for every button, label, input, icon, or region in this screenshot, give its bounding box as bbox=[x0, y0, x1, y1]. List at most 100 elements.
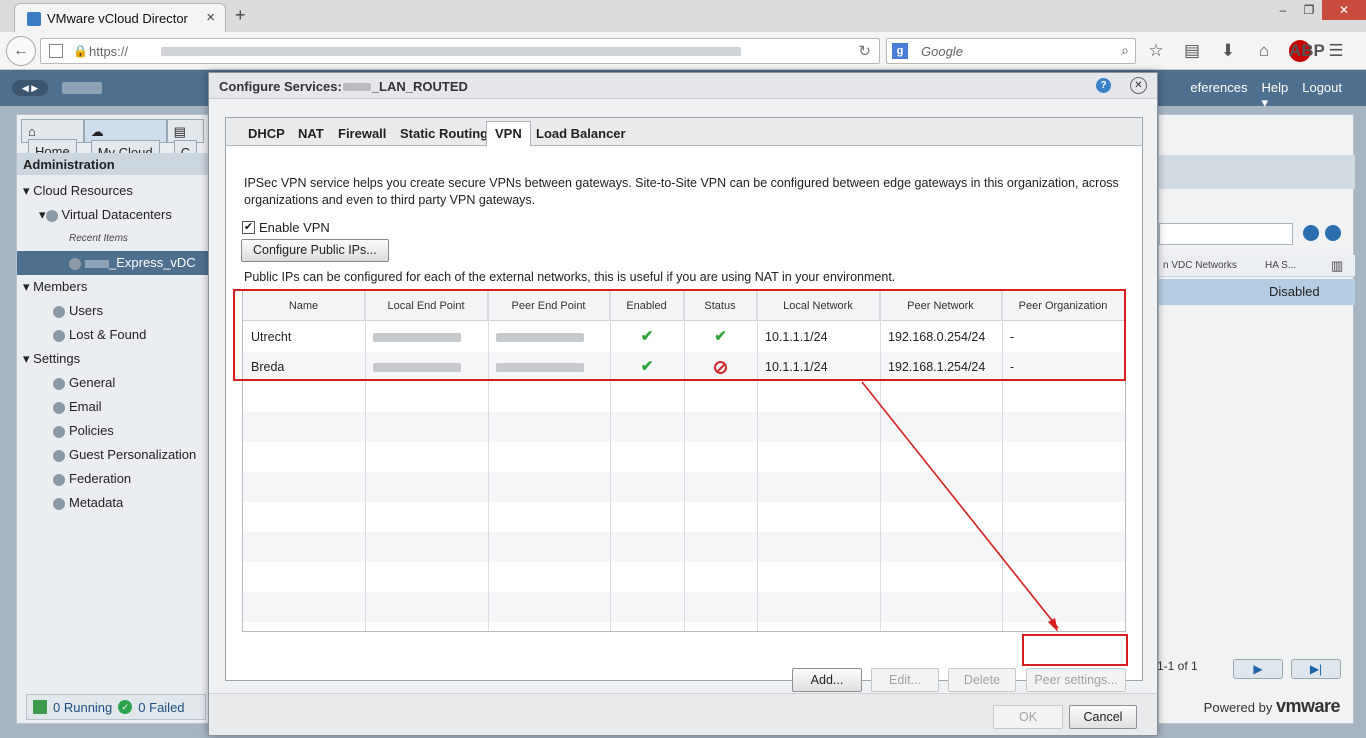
filter-input[interactable] bbox=[1159, 223, 1293, 245]
services-tabs: DHCP NAT Firewall Static Routing VPN Loa… bbox=[226, 118, 1142, 147]
toolbar-icons: ☆ ▤ ⬇ ⌂ ABP ☰ bbox=[1145, 40, 1347, 62]
admin-tree: ▾ Cloud Resources ▾ Virtual Datacenters R… bbox=[17, 179, 209, 515]
browser-tab[interactable]: VMware vCloud Director × bbox=[14, 3, 226, 32]
tree-item-settings[interactable]: ▾ Settings bbox=[17, 347, 209, 371]
right-table-row[interactable]: Disabled bbox=[1159, 279, 1355, 305]
running-count[interactable]: 0 Running bbox=[53, 700, 112, 715]
gear-icon bbox=[53, 425, 65, 438]
highlight-peer-settings bbox=[1022, 634, 1128, 666]
google-icon[interactable]: g bbox=[892, 43, 908, 59]
enable-vpn-checkbox[interactable]: ✔ Enable VPN bbox=[242, 220, 330, 235]
user-icon bbox=[53, 305, 65, 318]
peer-settings-button[interactable]: Peer settings... bbox=[1026, 668, 1126, 692]
tree-item-cloud-resources[interactable]: ▾ Cloud Resources bbox=[17, 179, 209, 203]
triangle-down-icon: ▾ bbox=[39, 207, 46, 222]
browser-navbar: ← 🔒 https:// ↻ g Google ⌕ ☆ ▤ ⬇ ⌂ ABP ☰ bbox=[0, 32, 1366, 70]
search-placeholder: Google bbox=[921, 44, 963, 59]
tab-close-icon[interactable]: × bbox=[206, 9, 215, 26]
tree-item-express-vdc[interactable]: _Express_vDC bbox=[17, 251, 209, 275]
tab-my-cloud[interactable]: ☁ My Cloud bbox=[83, 119, 167, 164]
vpn-description: IPSec VPN service helps you create secur… bbox=[244, 176, 1119, 207]
adblock-icon[interactable]: ABP bbox=[1289, 40, 1325, 62]
configure-public-ips-button[interactable]: Configure Public IPs... bbox=[241, 239, 389, 262]
failed-count[interactable]: 0 Failed bbox=[138, 700, 184, 715]
user-icon bbox=[53, 329, 65, 342]
tab-dhcp[interactable]: DHCP bbox=[248, 126, 285, 141]
refresh-icon[interactable] bbox=[1303, 225, 1319, 241]
tree-item-recent-items: Recent Items bbox=[69, 233, 128, 244]
checkbox-checked-icon[interactable]: ✔ bbox=[242, 221, 255, 234]
tab-nat[interactable]: NAT bbox=[298, 126, 324, 141]
tab-home[interactable]: ⌂ Home bbox=[21, 119, 84, 163]
back-icon[interactable]: ← bbox=[6, 36, 36, 66]
tree-item-lost-found[interactable]: Lost & Found bbox=[17, 323, 209, 347]
help-icon[interactable]: ? bbox=[1096, 78, 1111, 93]
col-ha-state[interactable]: HA S... bbox=[1265, 260, 1296, 271]
new-tab-icon[interactable]: + bbox=[235, 5, 246, 26]
logout-link[interactable]: Logout bbox=[1302, 80, 1342, 111]
org-name-blurred bbox=[62, 82, 102, 94]
page-info-icon[interactable] bbox=[49, 44, 63, 58]
tab-load-balancer[interactable]: Load Balancer bbox=[536, 126, 626, 141]
add-button[interactable]: Add... bbox=[792, 668, 862, 692]
right-table-header: n VDC Networks HA S... ▥ bbox=[1159, 255, 1355, 277]
tab-catalogs[interactable]: ▤ C bbox=[166, 119, 204, 164]
tab-firewall[interactable]: Firewall bbox=[338, 126, 386, 141]
tree-item-general[interactable]: General bbox=[17, 371, 209, 395]
reload-icon[interactable]: ↻ bbox=[858, 42, 871, 60]
reading-list-icon[interactable]: ▤ bbox=[1181, 40, 1203, 62]
cancel-button[interactable]: Cancel bbox=[1069, 705, 1137, 729]
tree-item-members[interactable]: ▾ Members bbox=[17, 275, 209, 299]
url-bar[interactable]: 🔒 https:// ↻ bbox=[40, 38, 880, 64]
main-tabs: ⌂ Home ☁ My Cloud ▤ C bbox=[21, 119, 204, 164]
triangle-down-icon: ▾ bbox=[23, 351, 30, 366]
running-tasks-icon bbox=[33, 700, 47, 714]
col-vdc-networks[interactable]: n VDC Networks bbox=[1163, 260, 1237, 271]
gear-icon bbox=[53, 473, 65, 486]
close-icon[interactable]: ✕ bbox=[1130, 77, 1147, 94]
next-page-icon[interactable]: ▶ bbox=[1233, 659, 1283, 679]
window-close-icon[interactable]: ✕ bbox=[1322, 0, 1366, 20]
minimize-icon[interactable]: ‒ bbox=[1270, 0, 1296, 20]
tree-item-policies[interactable]: Policies bbox=[17, 419, 209, 443]
header-links: eferences Help ▾ Logout bbox=[1190, 80, 1342, 111]
powered-by: Powered by vmware bbox=[1203, 696, 1341, 716]
triangle-down-icon: ▾ bbox=[23, 183, 30, 198]
triangle-down-icon: ▾ bbox=[23, 279, 30, 294]
tree-item-metadata[interactable]: Metadata bbox=[17, 491, 209, 515]
search-bar[interactable]: g Google ⌕ bbox=[886, 38, 1136, 64]
ok-button[interactable]: OK bbox=[993, 705, 1063, 729]
browser-tab-strip: VMware vCloud Director × + ‒ ❐ ✕ bbox=[0, 0, 1366, 32]
dialog-titlebar: Configure Services: _LAN_ROUTED ? ✕ bbox=[209, 73, 1157, 99]
enable-vpn-label: Enable VPN bbox=[259, 220, 330, 235]
history-nav-icon[interactable]: ◀ ▶ bbox=[12, 80, 48, 96]
home-icon[interactable]: ⌂ bbox=[1253, 40, 1275, 62]
tree-item-guest-personalization[interactable]: Guest Personalization bbox=[17, 443, 209, 467]
tree-item-virtual-datacenters[interactable]: ▾ Virtual Datacenters bbox=[17, 203, 209, 227]
bookmark-star-icon[interactable]: ☆ bbox=[1145, 40, 1167, 62]
vcloud-favicon-icon bbox=[27, 12, 41, 26]
highlight-vpn-rows bbox=[233, 289, 1126, 381]
lock-icon: 🔒 bbox=[73, 44, 88, 58]
gear-icon bbox=[53, 377, 65, 390]
help-icon[interactable] bbox=[1325, 225, 1341, 241]
download-icon[interactable]: ⬇ bbox=[1217, 40, 1239, 62]
tab-static-routing[interactable]: Static Routing bbox=[400, 126, 488, 141]
search-icon[interactable]: ⌕ bbox=[1121, 42, 1129, 59]
preferences-link[interactable]: eferences bbox=[1190, 80, 1247, 111]
tree-item-users[interactable]: Users bbox=[17, 299, 209, 323]
delete-button[interactable]: Delete bbox=[948, 668, 1016, 692]
url-blurred bbox=[161, 47, 741, 56]
edit-button[interactable]: Edit... bbox=[871, 668, 939, 692]
datacenter-icon bbox=[45, 209, 58, 222]
tree-item-email[interactable]: Email bbox=[17, 395, 209, 419]
last-page-icon[interactable]: ▶| bbox=[1291, 659, 1341, 679]
right-panel: n VDC Networks HA S... ▥ Disabled 1-1 of… bbox=[1157, 114, 1355, 724]
menu-icon[interactable]: ☰ bbox=[1325, 40, 1347, 62]
restore-icon[interactable]: ❐ bbox=[1296, 0, 1322, 20]
columns-icon[interactable]: ▥ bbox=[1331, 258, 1343, 274]
help-link[interactable]: Help ▾ bbox=[1261, 80, 1288, 111]
tab-vpn[interactable]: VPN bbox=[486, 121, 531, 147]
tree-item-federation[interactable]: Federation bbox=[17, 467, 209, 491]
task-status: 0 Running ✓ 0 Failed bbox=[26, 694, 206, 720]
